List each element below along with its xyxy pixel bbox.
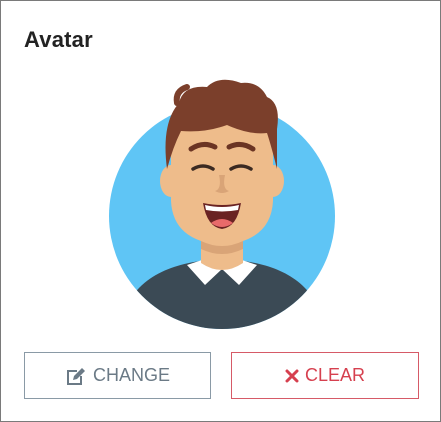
clear-button[interactable]: CLEAR [231, 352, 419, 399]
avatar-card: Avatar CHANGE CLEAR [0, 0, 441, 422]
edit-icon [65, 366, 87, 386]
change-button[interactable]: CHANGE [24, 352, 211, 399]
clear-button-label: CLEAR [304, 365, 366, 385]
change-button-label: CHANGE [92, 365, 170, 385]
close-icon [285, 369, 299, 383]
card-title: Avatar [24, 27, 93, 52]
avatar-image [109, 73, 335, 329]
